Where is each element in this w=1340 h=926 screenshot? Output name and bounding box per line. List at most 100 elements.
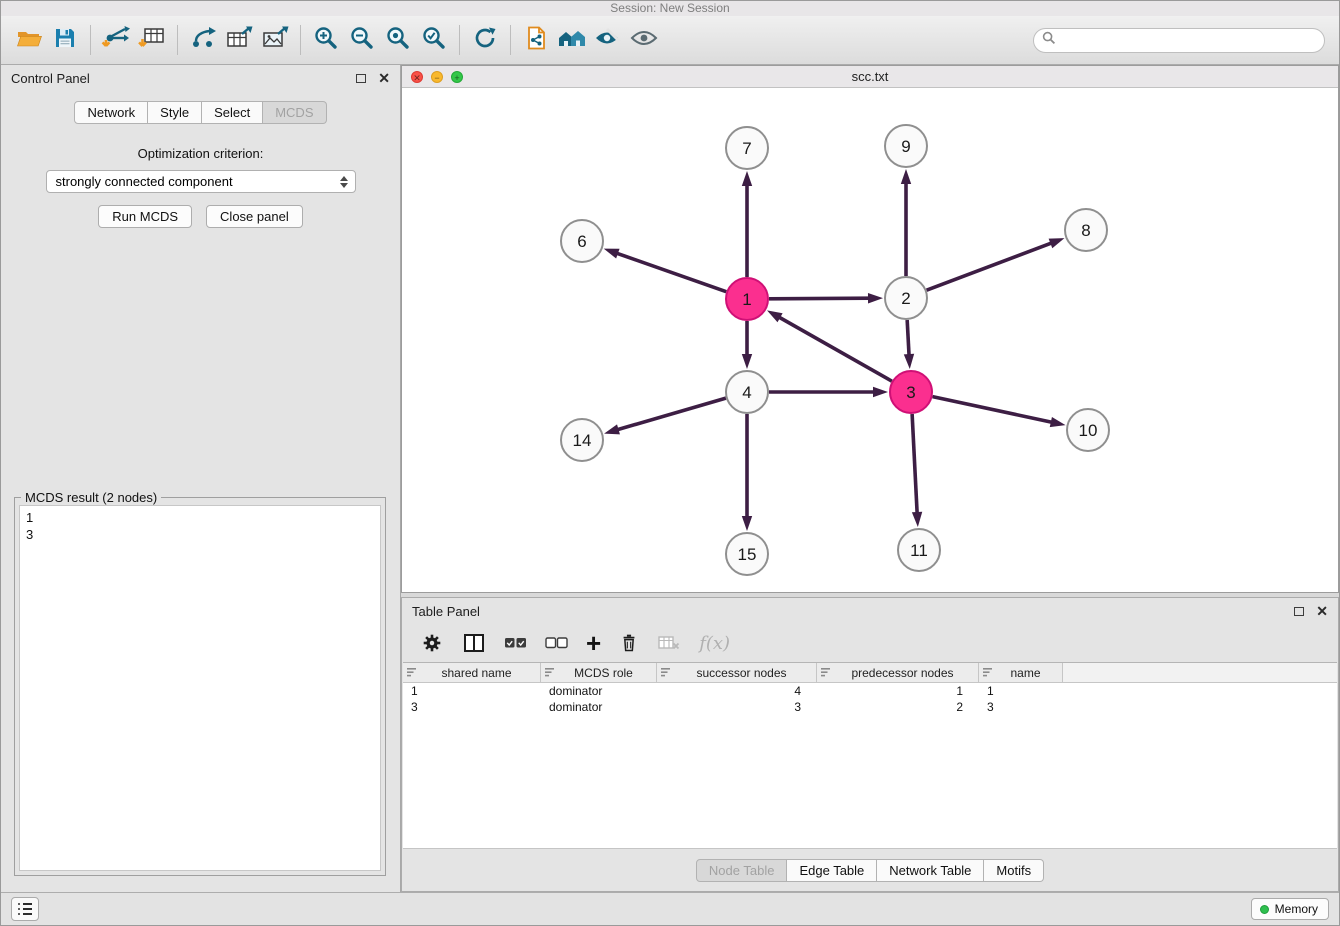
graph-node-label: 7 bbox=[742, 139, 751, 158]
graph-node-label: 10 bbox=[1079, 421, 1098, 440]
memory-status-icon bbox=[1260, 905, 1269, 914]
save-session-button[interactable] bbox=[47, 22, 83, 58]
table-cell: dominator bbox=[541, 684, 657, 698]
column-header-name[interactable]: name bbox=[979, 663, 1063, 682]
graph-edge-arrowhead bbox=[742, 516, 752, 531]
show-column-panel-button[interactable] bbox=[462, 629, 486, 657]
graph-node-14[interactable]: 14 bbox=[561, 419, 603, 461]
search-field[interactable] bbox=[1033, 28, 1325, 53]
houses-icon bbox=[556, 26, 588, 55]
graph-node-9[interactable]: 9 bbox=[885, 125, 927, 167]
tab-select[interactable]: Select bbox=[202, 101, 263, 124]
application-window: Session: New Session bbox=[0, 0, 1340, 926]
open-file-button[interactable] bbox=[11, 22, 47, 58]
column-header-predecessor-nodes[interactable]: predecessor nodes bbox=[817, 663, 979, 682]
table-row[interactable]: 1dominator411 bbox=[403, 683, 1337, 699]
graph-node-15[interactable]: 15 bbox=[726, 533, 768, 575]
add-column-button[interactable]: + bbox=[586, 629, 601, 657]
float-panel-icon[interactable] bbox=[1294, 607, 1304, 616]
tab-network-table[interactable]: Network Table bbox=[877, 859, 984, 882]
graph-node-2[interactable]: 2 bbox=[885, 277, 927, 319]
graph-edge-2-8[interactable] bbox=[927, 243, 1052, 290]
run-mcds-button[interactable]: Run MCDS bbox=[98, 205, 192, 228]
tab-motifs[interactable]: Motifs bbox=[984, 859, 1044, 882]
criterion-selected-value: strongly connected component bbox=[56, 174, 233, 189]
maximize-window-icon[interactable]: + bbox=[451, 71, 463, 83]
graph-node-1[interactable]: 1 bbox=[726, 278, 768, 320]
zoom-out-button[interactable] bbox=[344, 22, 380, 58]
graph-edge-arrowhead bbox=[901, 169, 911, 184]
criterion-dropdown[interactable]: strongly connected component bbox=[46, 170, 356, 193]
delete-table-button[interactable] bbox=[657, 629, 681, 657]
column-header-shared-name[interactable]: shared name bbox=[403, 663, 541, 682]
graph-edge-2-3[interactable] bbox=[907, 320, 909, 355]
graph-node-3[interactable]: 3 bbox=[890, 371, 932, 413]
graph-node-4[interactable]: 4 bbox=[726, 371, 768, 413]
table-cell: 1 bbox=[403, 684, 541, 698]
graph-edge-3-10[interactable] bbox=[933, 397, 1052, 423]
zoom-in-button[interactable] bbox=[308, 22, 344, 58]
task-history-button[interactable] bbox=[11, 897, 39, 921]
tab-node-table[interactable]: Node Table bbox=[696, 859, 788, 882]
export-document-button[interactable] bbox=[518, 22, 554, 58]
graph-edge-1-6[interactable] bbox=[617, 253, 726, 291]
graph-edge-4-14[interactable] bbox=[618, 398, 726, 430]
export-network-button[interactable] bbox=[185, 22, 221, 58]
delete-column-button[interactable] bbox=[619, 629, 639, 657]
graph-node-8[interactable]: 8 bbox=[1065, 209, 1107, 251]
table-body[interactable]: 1dominator4113dominator323 bbox=[403, 683, 1337, 848]
open-folder-icon bbox=[16, 26, 43, 55]
graph-edge-3-11[interactable] bbox=[912, 414, 917, 513]
zoom-selected-button[interactable] bbox=[416, 22, 452, 58]
float-panel-icon[interactable] bbox=[356, 74, 366, 83]
export-image-button[interactable] bbox=[257, 22, 293, 58]
apply-function-button[interactable]: f(x) bbox=[699, 629, 730, 657]
export-network-icon bbox=[189, 25, 217, 56]
memory-button[interactable]: Memory bbox=[1251, 898, 1329, 920]
network-graph[interactable]: 7 9 6 8 1 2 4 3 14 10 15 11 bbox=[402, 88, 1338, 592]
graph-edge-3-1[interactable] bbox=[779, 317, 892, 381]
import-network-button[interactable] bbox=[98, 22, 134, 58]
table-cell: 1 bbox=[817, 684, 979, 698]
graph-node-7[interactable]: 7 bbox=[726, 127, 768, 169]
close-window-icon[interactable]: ✕ bbox=[411, 71, 423, 83]
minimize-window-icon[interactable]: − bbox=[431, 71, 443, 83]
table-toolbar: + bbox=[402, 624, 1338, 662]
graph-node-11[interactable]: 11 bbox=[898, 529, 940, 571]
control-panel-tabs: NetworkStyleSelectMCDS bbox=[1, 101, 400, 124]
close-panel-icon[interactable]: ✕ bbox=[1316, 605, 1328, 617]
search-input[interactable] bbox=[1056, 32, 1324, 50]
export-image-icon bbox=[261, 25, 289, 56]
mcds-result-list[interactable]: 13 bbox=[19, 505, 381, 871]
show-graphics-details-button[interactable] bbox=[626, 22, 662, 58]
table-row[interactable]: 3dominator323 bbox=[403, 699, 1337, 715]
graph-edge-1-2[interactable] bbox=[769, 298, 869, 299]
close-panel-icon[interactable]: ✕ bbox=[378, 72, 390, 84]
network-window-title: scc.txt bbox=[852, 69, 889, 84]
graph-node-6[interactable]: 6 bbox=[561, 220, 603, 262]
export-table-button[interactable] bbox=[221, 22, 257, 58]
tab-mcds[interactable]: MCDS bbox=[263, 101, 326, 124]
network-overview-button[interactable] bbox=[554, 22, 590, 58]
tab-style[interactable]: Style bbox=[148, 101, 202, 124]
toolbar-separator bbox=[510, 25, 511, 55]
tab-edge-table[interactable]: Edge Table bbox=[787, 859, 877, 882]
graph-node-10[interactable]: 10 bbox=[1067, 409, 1109, 451]
sort-icon bbox=[407, 668, 417, 677]
paint-style-button[interactable] bbox=[590, 22, 626, 58]
select-all-button[interactable] bbox=[504, 629, 527, 657]
network-canvas[interactable]: 7 9 6 8 1 2 4 3 14 10 15 11 bbox=[402, 88, 1338, 592]
column-header-MCDS-role[interactable]: MCDS role bbox=[541, 663, 657, 682]
column-header-successor-nodes[interactable]: successor nodes bbox=[657, 663, 817, 682]
refresh-layout-icon bbox=[472, 25, 499, 56]
zoom-fit-button[interactable] bbox=[380, 22, 416, 58]
table-cell: 2 bbox=[817, 700, 979, 714]
deselect-all-button[interactable] bbox=[545, 629, 568, 657]
apply-layout-button[interactable] bbox=[467, 22, 503, 58]
table-tabs-bar: Node TableEdge TableNetwork TableMotifs bbox=[402, 849, 1338, 891]
import-table-button[interactable] bbox=[134, 22, 170, 58]
toolbar-separator bbox=[177, 25, 178, 55]
table-settings-button[interactable] bbox=[420, 629, 444, 657]
close-panel-button[interactable]: Close panel bbox=[206, 205, 303, 228]
tab-network[interactable]: Network bbox=[74, 101, 148, 124]
